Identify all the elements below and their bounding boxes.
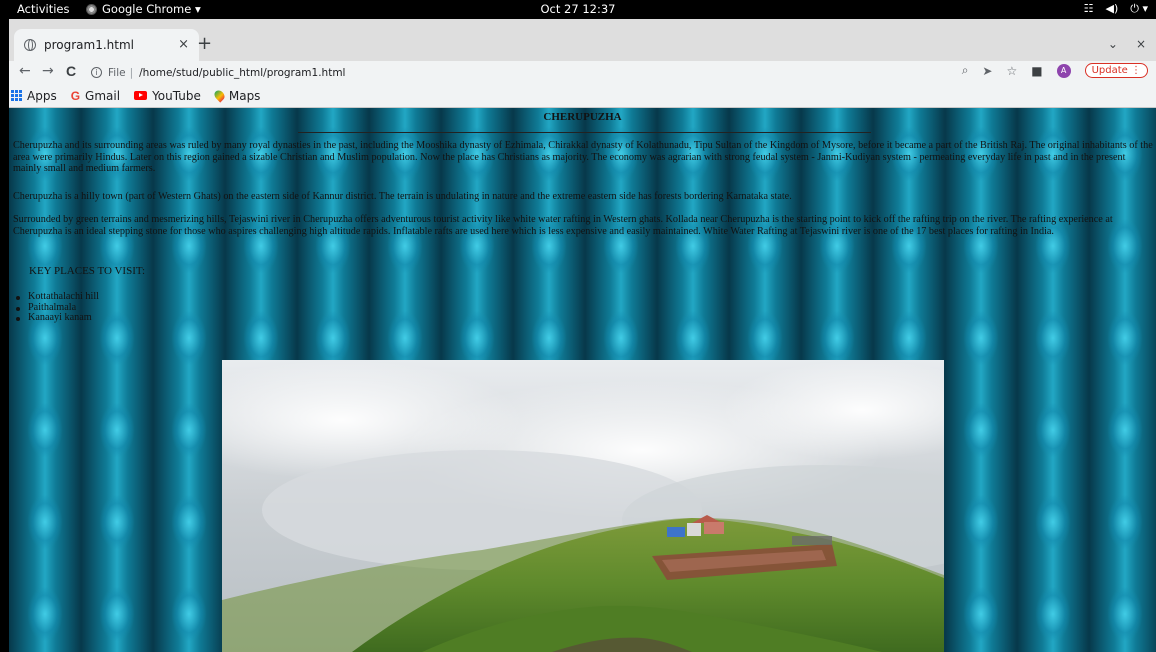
bookmark-youtube[interactable]: YouTube — [134, 89, 201, 103]
bookmarks-bar: Apps G Gmail YouTube Maps — [9, 84, 1156, 108]
system-top-bar: Activities Google Chrome ▾ Oct 27 12:37 … — [0, 0, 1156, 19]
hill-landscape-image — [222, 360, 944, 652]
bookmark-star-icon[interactable]: ☆ — [1006, 64, 1017, 78]
bookmark-apps[interactable]: Apps — [11, 89, 57, 103]
youtube-icon — [134, 91, 148, 100]
list-item: Kottathalachi hill — [13, 291, 99, 303]
info-icon[interactable]: i — [91, 67, 102, 78]
bookmark-label: Apps — [27, 88, 57, 103]
maps-pin-icon — [212, 88, 227, 103]
hill-landscape-illustration — [222, 360, 944, 652]
tab-strip: program1.html × + ⌄ × — [9, 19, 1156, 61]
back-button[interactable]: ← — [19, 63, 31, 79]
navigation-toolbar: ← → C i File | /home/stud/public_html/pr… — [9, 61, 1156, 84]
address-bar[interactable]: i File | /home/stud/public_html/program1… — [91, 62, 941, 83]
toolbar-right-buttons: ⌕ ➤ ☆ ■ A Update ⋮ — [962, 63, 1148, 78]
window-close-button[interactable]: × — [1136, 37, 1146, 51]
history-paragraph: Cherupuzha and its surrounding areas was… — [13, 140, 1153, 175]
volume-icon: ◀) — [1105, 2, 1119, 15]
share-icon[interactable]: ➤ — [982, 64, 992, 78]
new-tab-button[interactable]: + — [197, 33, 212, 54]
google-g-icon: G — [70, 88, 81, 103]
system-tray[interactable]: ☷ ◀) ⏻ ▾ — [1084, 2, 1148, 16]
title-divider — [298, 132, 871, 133]
tab-close-icon[interactable]: × — [178, 37, 189, 52]
forward-button[interactable]: → — [42, 63, 54, 79]
geography-paragraph: Cherupuzha is a hilly town (part of West… — [13, 191, 792, 202]
tab-program1[interactable]: program1.html × — [14, 29, 199, 61]
update-button[interactable]: Update ⋮ — [1084, 63, 1148, 78]
bookmark-gmail[interactable]: G Gmail — [71, 89, 120, 103]
bookmark-label: Maps — [228, 88, 261, 103]
clock[interactable]: Oct 27 12:37 — [0, 2, 1156, 16]
bookmark-label: YouTube — [152, 88, 201, 103]
list-item: Kanaayi kanam — [13, 312, 99, 324]
profile-avatar[interactable]: A — [1056, 63, 1071, 78]
url-text[interactable]: /home/stud/public_html/program1.html — [139, 67, 345, 79]
browser-window: program1.html × + ⌄ × ← → C i File | /ho… — [9, 19, 1156, 652]
rafting-paragraph: Surrounded by green terrains and mesmeri… — [13, 214, 1113, 237]
globe-icon — [24, 39, 36, 51]
window-controls: ⌄ × — [1108, 37, 1146, 51]
network-icon: ☷ — [1083, 2, 1094, 15]
page-title: CHERUPUZHA — [543, 111, 622, 123]
url-scheme: File — [108, 66, 126, 79]
power-icon: ⏻ ▾ — [1130, 2, 1148, 15]
bookmark-maps[interactable]: Maps — [212, 88, 261, 103]
tab-title: program1.html — [44, 38, 135, 52]
tab-search-icon[interactable]: ⌄ — [1108, 37, 1118, 51]
url-separator: | — [129, 66, 134, 79]
key-places-list: Kottathalachi hill Paithalmala Kanaayi k… — [13, 291, 99, 324]
reload-button[interactable]: C — [66, 63, 76, 79]
apps-grid-icon — [11, 90, 22, 101]
zoom-icon[interactable]: ⌕ — [962, 63, 969, 78]
key-places-heading: KEY PLACES TO VISIT: — [29, 265, 146, 277]
bookmark-label: Gmail — [85, 88, 121, 103]
side-panel-icon[interactable]: ■ — [1031, 64, 1042, 78]
page-viewport[interactable]: CHERUPUZHA Cherupuzha and its surroundin… — [9, 108, 1156, 652]
